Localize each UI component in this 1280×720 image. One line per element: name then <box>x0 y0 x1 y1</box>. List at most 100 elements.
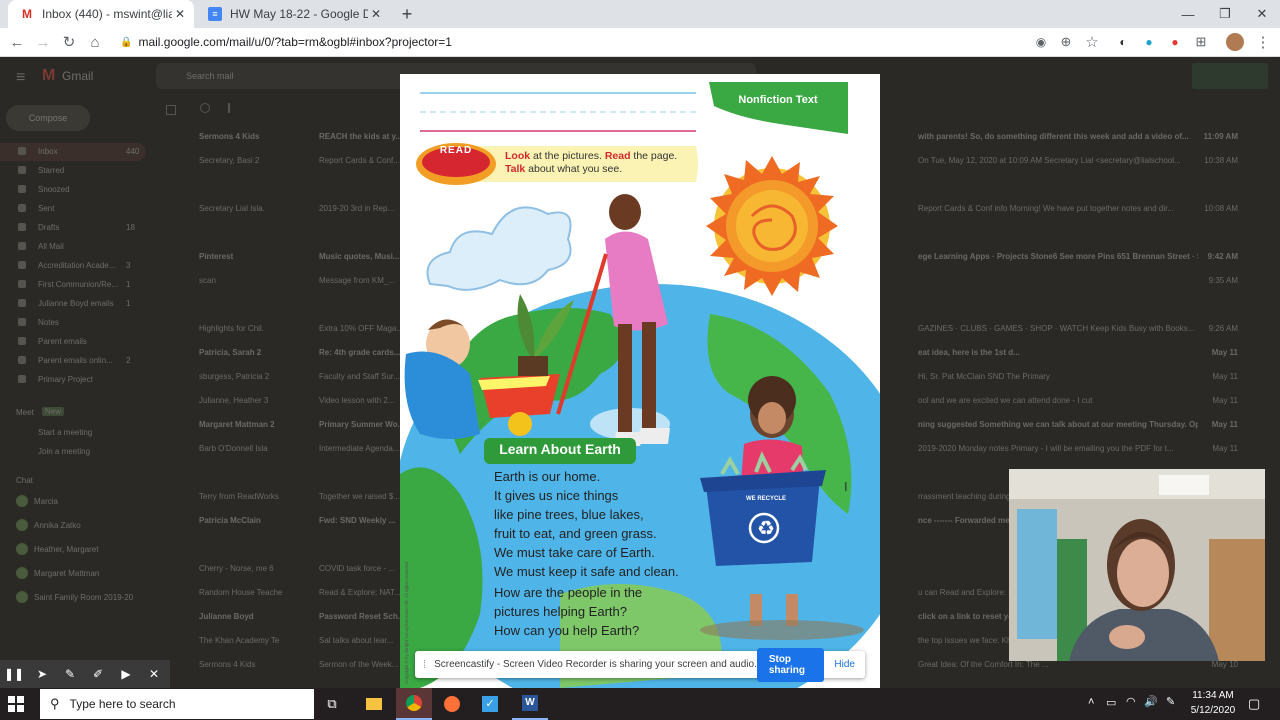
menu-dots-icon[interactable]: ⋮ <box>1250 28 1276 56</box>
email-sender: Sermons 4 Kids <box>199 131 260 141</box>
highlighter-icon[interactable]: ✐ <box>84 660 112 688</box>
email-sender: Random House Teache <box>199 587 283 597</box>
worksheet-title: Learn About Earth <box>499 441 621 457</box>
select-all-checkbox[interactable] <box>166 105 176 115</box>
extension-icon[interactable]: ● <box>1136 28 1162 56</box>
taskbar-date[interactable]: 5/12/2020 <box>1188 705 1238 716</box>
email-sender: Julianne, Heather 3 <box>199 395 269 405</box>
email-snippet: ool and we are excited we can attend don… <box>918 395 1093 405</box>
email-snippet: eat idea, here is the 1st d... <box>918 347 1020 357</box>
eye-icon[interactable]: ◉ <box>1028 28 1054 56</box>
chat-item[interactable]: Annika Zatko <box>34 521 81 530</box>
notes-app-icon[interactable]: ✓ <box>472 688 508 720</box>
instruction-line-2: Talk about what you see. <box>505 163 622 175</box>
email-time: May 11 <box>1212 443 1238 453</box>
more-options-icon[interactable] <box>228 103 230 113</box>
zoom-icon[interactable]: ⊕ <box>1053 28 1079 56</box>
chat-avatar <box>16 567 28 579</box>
close-window-icon[interactable]: ✕ <box>1244 0 1280 28</box>
screencastify-sharing-bar: ⁞ Screencastify - Screen Video Recorder … <box>415 647 865 682</box>
windows-start-icon[interactable] <box>8 696 24 712</box>
taskbar-search-input[interactable]: ⚲ Type here to search <box>40 689 314 719</box>
meet-item[interactable]: Start a meeting <box>38 428 92 437</box>
pause-icon[interactable]: ❚❚ <box>0 660 28 688</box>
forward-arrow-icon[interactable]: → <box>30 28 56 56</box>
nonfiction-text-tag: Nonfiction Text <box>738 94 818 106</box>
close-tab-icon[interactable]: ✕ <box>368 7 384 21</box>
tab-google-docs[interactable]: ≡ HW May 18-22 - Google Docs ✕ <box>196 0 390 28</box>
screencastify-extension-icon[interactable]: ● <box>1162 28 1188 56</box>
email-time: May 11 <box>1212 371 1238 381</box>
url-text: mail.google.com/mail/u/0/?tab=rm&ogbl#in… <box>138 35 452 49</box>
gmail-icon: M <box>20 7 34 21</box>
copyright-text: Copyright © by Wright Group/McGraw-Hill.… <box>404 560 409 684</box>
file-explorer-icon[interactable] <box>356 688 392 720</box>
email-time: 9:26 AM <box>1208 323 1238 333</box>
chat-heading: Chat <box>16 476 33 485</box>
email-time: 9:42 AM <box>1207 251 1238 261</box>
email-sender: Sermons 4 Kids <box>199 659 256 669</box>
pen-workspace-icon[interactable]: ✎ <box>1166 695 1175 708</box>
hide-button[interactable]: Hide <box>834 659 855 670</box>
email-sender: Pinterest <box>199 251 234 261</box>
show-hidden-icons[interactable]: ˄ <box>1088 696 1094 708</box>
email-sender: Julianne Boyd <box>199 611 254 621</box>
address-bar[interactable]: 🔒 mail.google.com/mail/u/0/?tab=rm&ogbl#… <box>112 31 1112 53</box>
new-tab-button[interactable]: + <box>396 3 418 25</box>
body-line: We must take care of Earth. <box>494 545 655 560</box>
pen-icon[interactable]: ✎ <box>56 660 84 688</box>
tab-gmail-inbox[interactable]: M Inbox (440) - mswint@lialschool. ✕ <box>8 0 194 28</box>
tab-title: Inbox (440) - mswint@lialschool. <box>42 7 172 21</box>
battery-icon[interactable]: ▭ <box>1106 696 1116 709</box>
email-sender: Patricia, Sarah 2 <box>199 347 262 357</box>
email-sender: Patricia McClain <box>199 515 261 525</box>
chat-item[interactable]: Heather, Margaret <box>34 545 98 554</box>
email-sender: Secretary Lial Isla. <box>199 203 265 213</box>
restore-icon[interactable]: ❐ <box>1207 0 1243 28</box>
home-icon[interactable]: ⌂ <box>82 28 108 56</box>
email-time: 10:08 AM <box>1204 203 1238 213</box>
email-sender: Secretary, Basi 2 <box>199 155 260 165</box>
email-snippet: On Tue, May 12, 2020 at 10:09 AM Secreta… <box>918 155 1181 165</box>
close-tab-icon[interactable]: ✕ <box>172 7 188 21</box>
firefox-icon[interactable] <box>434 688 470 720</box>
network-icon[interactable]: ◠ <box>1126 695 1136 708</box>
worksheet-questions: How are the people in the pictures helpin… <box>494 583 734 640</box>
avatar[interactable] <box>1226 33 1244 51</box>
search-icon: ⚲ <box>50 696 60 711</box>
worksheet-page: Nonfiction Text READ Look at the picture… <box>400 74 880 688</box>
refresh-icon[interactable] <box>200 103 210 113</box>
question-line: How are the people in the <box>494 585 643 600</box>
minimize-icon[interactable]: — <box>1170 0 1206 28</box>
back-arrow-icon[interactable]: ← <box>4 28 30 56</box>
webcam-overlay[interactable] <box>1009 469 1265 661</box>
drag-handle-icon[interactable]: ⁞ <box>423 659 426 671</box>
chrome-taskbar-icon[interactable] <box>396 688 432 720</box>
task-view-icon[interactable]: ⧉ <box>314 688 350 720</box>
recycle-bin-label: WE RECYCLE <box>745 496 786 502</box>
camera-icon[interactable]: ▶ <box>112 660 140 688</box>
notification-icon[interactable]: ▢ <box>1248 696 1260 712</box>
sharing-message: Screencastify - Screen Video Recorder is… <box>434 659 757 670</box>
email-snippet: with parents! So, do something different… <box>918 131 1189 141</box>
star-icon[interactable]: ☆ <box>1079 28 1105 56</box>
chat-item[interactable]: Margaret Mattman <box>34 569 99 578</box>
taskbar-time[interactable]: 11:34 AM <box>1188 690 1238 701</box>
volume-icon[interactable]: 🔊 <box>1144 695 1158 708</box>
lock-icon: 🔒 <box>120 36 133 48</box>
pointer-icon[interactable]: ➤ <box>28 660 56 688</box>
chat-item[interactable]: Saint Family Room 2019-20 <box>34 593 133 602</box>
meet-item[interactable]: Join a meeting <box>38 447 90 456</box>
extension-icon[interactable]: ◐ <box>1110 28 1136 56</box>
email-snippet: Hi, Sr. Pat McClain SND The Primary <box>918 371 1050 381</box>
extensions-grid-icon[interactable]: ⊞ <box>1188 28 1214 56</box>
question-line: How can you help Earth? <box>494 623 640 638</box>
instruction-talk: Talk <box>505 163 526 175</box>
body-line: fruit to eat, and green grass. <box>494 526 657 541</box>
stop-sharing-button[interactable]: Stop sharing <box>756 647 825 682</box>
reload-icon[interactable]: ↻ <box>56 28 82 56</box>
close-icon[interactable]: ✕ <box>140 660 168 688</box>
email-sender: Barb O'Donnell Isla <box>199 443 268 453</box>
chat-item[interactable]: Marcia <box>34 497 58 506</box>
word-icon[interactable]: W <box>512 688 548 720</box>
